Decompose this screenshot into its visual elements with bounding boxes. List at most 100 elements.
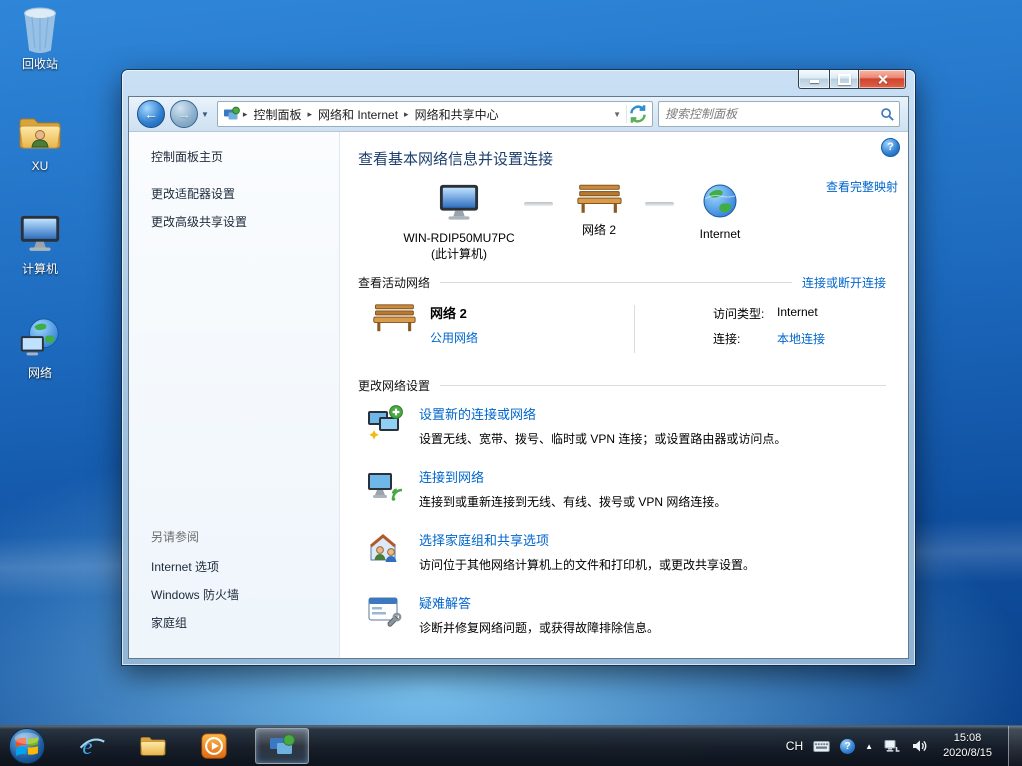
clock[interactable]: 15:08 2020/8/15 [943, 731, 992, 762]
desktop-icon-computer[interactable]: 计算机 [8, 211, 72, 277]
desktop-icon-label: 计算机 [22, 260, 58, 277]
svg-text:e: e [82, 734, 92, 759]
search-box [658, 101, 900, 127]
network-map: WIN-RDIP50MU7PC (此计算机) [394, 183, 766, 262]
view-full-map-link[interactable]: 查看完整映射 [826, 178, 898, 195]
active-network-icon [372, 303, 416, 333]
start-button[interactable] [6, 725, 48, 766]
map-network-label: 网络 2 [553, 222, 645, 238]
sidebar-spacer [129, 241, 339, 528]
recent-pages-dropdown[interactable]: ▼ [201, 110, 209, 119]
help-icon: ? [887, 142, 894, 153]
clock-date: 2020/8/15 [943, 746, 992, 761]
connect-network-icon [366, 467, 404, 505]
desktop-icon-list: 回收站 XU [8, 6, 72, 381]
desktop-icon-xu-folder[interactable]: XU [8, 110, 72, 173]
network-center-window-icon [268, 732, 296, 760]
taskbar-buttons: e [72, 728, 309, 764]
taskbar-ie-button[interactable]: e [72, 729, 112, 763]
section-rule [440, 385, 886, 386]
task-description: 连接到或重新连接到无线、有线、拨号或 VPN 网络连接。 [419, 493, 726, 510]
sidebar-item-windows-firewall[interactable]: Windows 防火墙 [151, 586, 339, 603]
sidebar-item-change-advanced-sharing[interactable]: 更改高级共享设置 [151, 213, 339, 230]
network-type-link[interactable]: 公用网络 [430, 331, 478, 345]
map-computer-note: (此计算机) [394, 246, 524, 262]
help-button[interactable]: ? [881, 138, 900, 157]
show-desktop-button[interactable] [1008, 726, 1022, 766]
map-network-icon [576, 183, 622, 215]
computer-icon [17, 211, 63, 257]
sidebar-item-control-panel-home[interactable]: 控制面板主页 [151, 148, 339, 165]
tray-network-icon[interactable] [883, 738, 900, 755]
breadcrumb-network-sharing-center[interactable]: 网络和共享中心 [410, 106, 504, 123]
sidebar-item-change-adapter-settings[interactable]: 更改适配器设置 [151, 185, 339, 202]
active-networks-header-row: 查看活动网络 连接或断开连接 [358, 274, 886, 291]
connections-label: 连接: [713, 330, 777, 347]
keyboard-icon[interactable] [813, 738, 830, 755]
maximize-button[interactable] [829, 70, 859, 89]
network-icon [17, 315, 63, 361]
map-computer-icon [436, 183, 482, 223]
desktop-icon-network[interactable]: 网络 [8, 315, 72, 381]
clock-time: 15:08 [943, 731, 992, 746]
sidebar: 控制面板主页 更改适配器设置 更改高级共享设置 另请参阅 Internet 选项… [129, 132, 340, 658]
task-title-link[interactable]: 疑难解答 [419, 596, 471, 611]
active-networks-header: 查看活动网络 [358, 274, 430, 291]
task-new-connection[interactable]: 设置新的连接或网络 设置无线、宽带、拨号、临时或 VPN 连接；或设置路由器或访… [358, 404, 886, 447]
taskbar-control-panel-button[interactable] [255, 728, 309, 764]
task-connect-to-network[interactable]: 连接到网络 连接到或重新连接到无线、有线、拨号或 VPN 网络连接。 [358, 467, 886, 510]
map-internet-icon [702, 183, 738, 219]
breadcrumb-control-panel[interactable]: 控制面板 [248, 106, 306, 123]
volume-icon[interactable] [910, 738, 927, 755]
access-type-label: 访问类型: [713, 305, 777, 322]
task-troubleshoot[interactable]: 疑难解答 诊断并修复网络问题，或获得故障排除信息。 [358, 593, 886, 636]
control-panel-icon[interactable] [223, 106, 240, 123]
map-node-computer[interactable]: WIN-RDIP50MU7PC (此计算机) [394, 183, 524, 262]
media-player-icon [200, 732, 228, 760]
map-node-internet[interactable]: Internet [674, 183, 766, 242]
desktop-icon-recycle-bin[interactable]: 回收站 [8, 6, 72, 72]
task-title-link[interactable]: 连接到网络 [419, 470, 484, 485]
close-button[interactable] [858, 70, 906, 89]
taskbar-media-player-button[interactable] [194, 729, 234, 763]
homegroup-icon [366, 530, 404, 568]
sidebar-item-homegroup[interactable]: 家庭组 [151, 614, 339, 631]
taskbar-explorer-button[interactable] [133, 729, 173, 763]
tray-help-button[interactable]: ? [840, 739, 855, 754]
forward-button[interactable]: → [170, 100, 198, 128]
active-network-panel: 网络 2 公用网络 访问类型: Internet 连接: [358, 301, 886, 365]
address-bar[interactable]: ▸ 控制面板 ▸ 网络和 Internet ▸ 网络和共享中心 ▼ [217, 101, 653, 127]
troubleshoot-icon [366, 593, 404, 631]
internet-explorer-icon: e [78, 732, 106, 760]
search-input[interactable] [663, 106, 880, 122]
minimize-button[interactable] [798, 70, 830, 89]
desktop-icon-label: 网络 [28, 364, 52, 381]
map-node-network[interactable]: 网络 2 [553, 183, 645, 238]
access-type-value: Internet [777, 305, 818, 322]
map-connector-line [524, 202, 553, 206]
main-pane: ? 查看基本网络信息并设置连接 查看完整映射 [340, 132, 908, 658]
caption-buttons [799, 70, 906, 89]
map-connector-line [645, 202, 674, 206]
task-title-link[interactable]: 选择家庭组和共享选项 [419, 533, 549, 548]
active-network-name: 网络 2 [430, 303, 478, 322]
recycle-bin-icon [17, 6, 63, 52]
window-content: 控制面板主页 更改适配器设置 更改高级共享设置 另请参阅 Internet 选项… [129, 132, 908, 658]
language-indicator[interactable]: CH [786, 739, 803, 753]
search-icon[interactable] [880, 107, 895, 122]
sidebar-item-internet-options[interactable]: Internet 选项 [151, 558, 339, 575]
help-icon: ? [845, 741, 851, 752]
breadcrumb-network-internet[interactable]: 网络和 Internet [313, 106, 403, 123]
system-tray: CH ? ▲ [786, 726, 1022, 766]
desktop: 回收站 XU [0, 0, 1022, 766]
close-icon [877, 74, 888, 85]
local-connection-link[interactable]: 本地连接 [777, 330, 825, 347]
refresh-button[interactable] [627, 104, 649, 124]
task-title-link[interactable]: 设置新的连接或网络 [419, 407, 536, 422]
task-homegroup-sharing[interactable]: 选择家庭组和共享选项 访问位于其他网络计算机上的文件和打印机，或更改共享设置。 [358, 530, 886, 573]
back-button[interactable]: ← [137, 100, 165, 128]
address-dropdown-icon[interactable]: ▼ [608, 110, 626, 119]
show-hidden-icons-button[interactable]: ▲ [865, 742, 873, 751]
connect-disconnect-link[interactable]: 连接或断开连接 [802, 274, 886, 291]
network-settings-header-row: 更改网络设置 [358, 377, 886, 394]
